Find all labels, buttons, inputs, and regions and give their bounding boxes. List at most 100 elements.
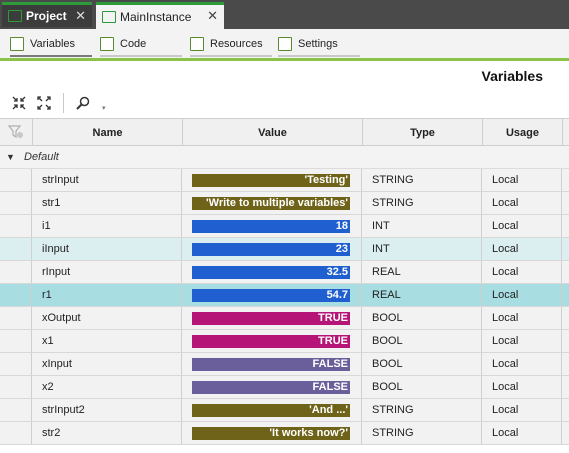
variable-value[interactable]: 'Testing' — [192, 174, 350, 187]
filter-icon[interactable] — [7, 125, 24, 139]
column-divider — [481, 330, 482, 352]
column-divider — [361, 192, 362, 214]
chevron-down-icon[interactable]: ▼ — [6, 152, 18, 162]
table-row[interactable]: x2 FALSE BOOL Local — [0, 376, 569, 399]
variable-usage[interactable]: Local — [492, 399, 518, 421]
variable-name[interactable]: x1 — [42, 330, 54, 352]
editor-subtab-bar: Variables Code Resources Settings — [0, 29, 569, 61]
variable-usage[interactable]: Local — [492, 169, 518, 191]
table-row[interactable]: r1 54.7 REAL Local — [0, 284, 569, 307]
row-header-cell[interactable] — [0, 261, 32, 283]
column-divider — [561, 353, 562, 375]
variable-name[interactable]: x2 — [42, 376, 54, 398]
variable-name[interactable]: str1 — [42, 192, 60, 214]
row-header-cell[interactable] — [0, 376, 32, 398]
table-row[interactable]: str1 'Write to multiple variables' STRING L… — [0, 192, 569, 215]
subtab-resources[interactable]: Resources — [190, 33, 272, 57]
tab-project[interactable]: Project ✕ — [2, 2, 92, 27]
table-row[interactable]: str2 'It works now?' STRING Local — [0, 422, 569, 445]
row-header-cell[interactable] — [0, 215, 32, 237]
subtab-variables[interactable]: Variables — [10, 33, 92, 57]
variable-type[interactable]: BOOL — [372, 376, 403, 398]
variable-usage[interactable]: Local — [492, 353, 518, 375]
variable-type[interactable]: STRING — [372, 422, 414, 444]
column-header-extra — [562, 119, 569, 146]
expand-all-button[interactable] — [35, 94, 53, 112]
variable-value[interactable]: 'Write to multiple variables' — [192, 197, 350, 210]
row-header-cell[interactable] — [0, 399, 32, 421]
variable-type[interactable]: BOOL — [372, 353, 403, 375]
variable-type[interactable]: BOOL — [372, 307, 403, 329]
row-header-cell[interactable] — [0, 192, 32, 214]
variable-name[interactable]: i1 — [42, 215, 51, 237]
subtab-resources-label: Resources — [210, 38, 263, 50]
variable-usage[interactable]: Local — [492, 284, 518, 306]
row-header-cell[interactable] — [0, 353, 32, 375]
close-icon[interactable]: ✕ — [75, 8, 86, 24]
variable-value[interactable]: 23 — [192, 243, 350, 256]
table-row[interactable]: xInput FALSE BOOL Local — [0, 353, 569, 376]
table-row[interactable]: i1 18 INT Local — [0, 215, 569, 238]
table-row[interactable]: rInput 32.5 REAL Local — [0, 261, 569, 284]
variable-type[interactable]: REAL — [372, 261, 401, 283]
column-header-name[interactable]: Name — [32, 119, 182, 146]
table-row[interactable]: strInput2 'And ...' STRING Local — [0, 399, 569, 422]
group-row-default[interactable]: ▼ Default — [0, 146, 569, 169]
variable-value[interactable]: 32.5 — [192, 266, 350, 279]
variable-value[interactable]: 'It works now?' — [192, 427, 350, 440]
variable-name[interactable]: rInput — [42, 261, 70, 283]
variable-type[interactable]: STRING — [372, 399, 414, 421]
variable-type[interactable]: STRING — [372, 169, 414, 191]
row-header-cell[interactable] — [0, 307, 32, 329]
column-header-type[interactable]: Type — [362, 119, 482, 146]
tab-maininstance[interactable]: MainInstance ✕ — [96, 2, 224, 29]
variable-usage[interactable]: Local — [492, 215, 518, 237]
variable-type[interactable]: BOOL — [372, 330, 403, 352]
variable-value[interactable]: 54.7 — [192, 289, 350, 302]
variable-name[interactable]: xInput — [42, 353, 72, 375]
column-divider — [181, 399, 182, 421]
variable-usage[interactable]: Local — [492, 330, 518, 352]
variable-usage[interactable]: Local — [492, 192, 518, 214]
group-label: Default — [24, 151, 59, 163]
variable-value[interactable]: 'And ...' — [192, 404, 350, 417]
variable-usage[interactable]: Local — [492, 307, 518, 329]
variable-name[interactable]: str2 — [42, 422, 60, 444]
row-header-cell[interactable] — [0, 284, 32, 306]
search-dropdown-icon[interactable]: ▾ — [102, 104, 106, 112]
row-header-cell[interactable] — [0, 238, 32, 260]
variable-name[interactable]: xOutput — [42, 307, 81, 329]
variable-name[interactable]: strInput — [42, 169, 79, 191]
search-button[interactable] — [74, 94, 92, 112]
variable-usage[interactable]: Local — [492, 376, 518, 398]
table-row[interactable]: iInput 23 INT Local — [0, 238, 569, 261]
column-header-value[interactable]: Value — [182, 119, 362, 146]
collapse-all-button[interactable] — [10, 94, 28, 112]
row-header-cell[interactable] — [0, 422, 32, 444]
column-header-usage[interactable]: Usage — [482, 119, 562, 146]
variable-name[interactable]: strInput2 — [42, 399, 85, 421]
variable-name[interactable]: iInput — [42, 238, 69, 260]
variable-value[interactable]: FALSE — [192, 358, 350, 371]
subtab-code[interactable]: Code — [100, 33, 182, 57]
row-header-cell[interactable] — [0, 169, 32, 191]
close-icon[interactable]: ✕ — [207, 8, 218, 24]
variable-value[interactable]: FALSE — [192, 381, 350, 394]
variable-value[interactable]: TRUE — [192, 312, 350, 325]
variable-usage[interactable]: Local — [492, 238, 518, 260]
variable-name[interactable]: r1 — [42, 284, 52, 306]
column-divider — [561, 399, 562, 421]
variable-type[interactable]: INT — [372, 215, 390, 237]
variable-value[interactable]: TRUE — [192, 335, 350, 348]
subtab-settings[interactable]: Settings — [278, 33, 360, 57]
variable-usage[interactable]: Local — [492, 422, 518, 444]
variable-value[interactable]: 18 — [192, 220, 350, 233]
table-row[interactable]: xOutput TRUE BOOL Local — [0, 307, 569, 330]
variable-usage[interactable]: Local — [492, 261, 518, 283]
variable-type[interactable]: INT — [372, 238, 390, 260]
row-header-cell[interactable] — [0, 330, 32, 352]
variable-type[interactable]: REAL — [372, 284, 401, 306]
variable-type[interactable]: STRING — [372, 192, 414, 214]
table-row[interactable]: x1 TRUE BOOL Local — [0, 330, 569, 353]
table-row[interactable]: strInput 'Testing' STRING Local — [0, 169, 569, 192]
